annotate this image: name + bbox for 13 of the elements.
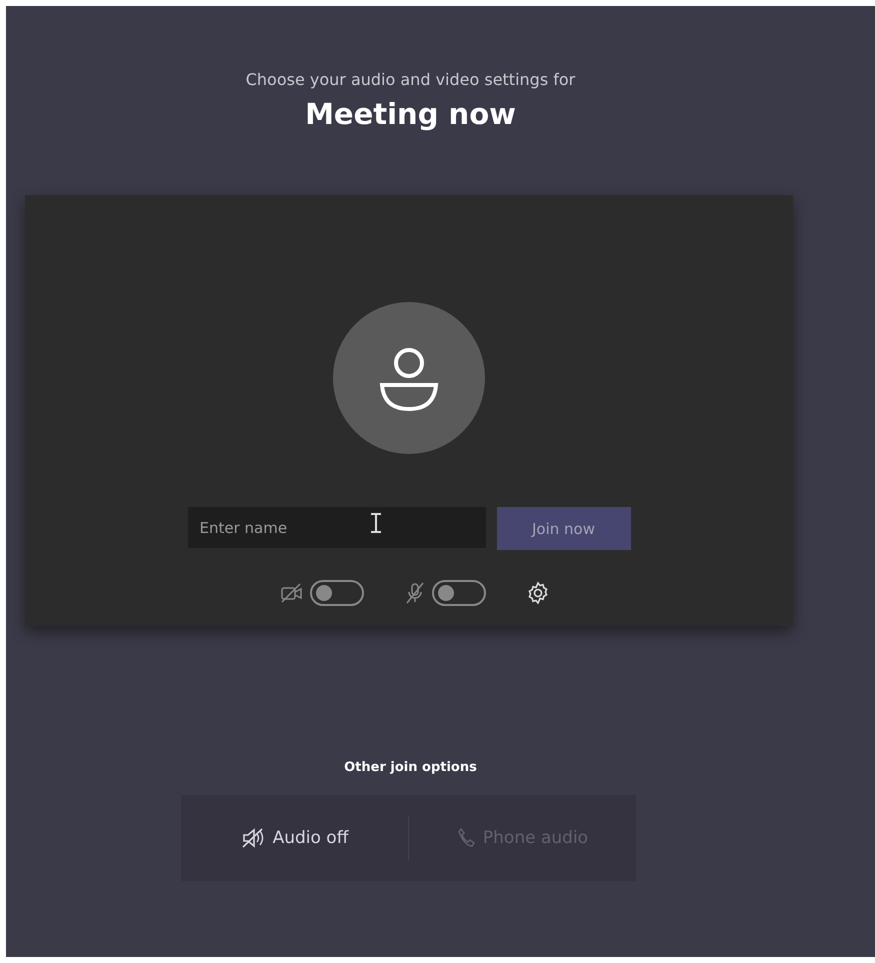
settings-heading: Choose your audio and video settings for bbox=[246, 70, 576, 89]
meeting-title: Meeting now bbox=[305, 97, 516, 131]
toggle-switch[interactable] bbox=[310, 580, 364, 606]
text-cursor-icon bbox=[370, 513, 382, 533]
camera-off-icon bbox=[280, 583, 304, 603]
section-title: Other join options bbox=[344, 760, 477, 775]
name-field[interactable]: Enter name bbox=[188, 507, 486, 548]
speaker-off-icon bbox=[240, 828, 265, 848]
toggle-switch[interactable] bbox=[432, 580, 486, 606]
phone-icon bbox=[456, 828, 475, 848]
settings-icon[interactable] bbox=[526, 581, 550, 605]
microphone-off-icon bbox=[404, 582, 426, 604]
join-option-button[interactable]: Audio off bbox=[181, 795, 408, 881]
